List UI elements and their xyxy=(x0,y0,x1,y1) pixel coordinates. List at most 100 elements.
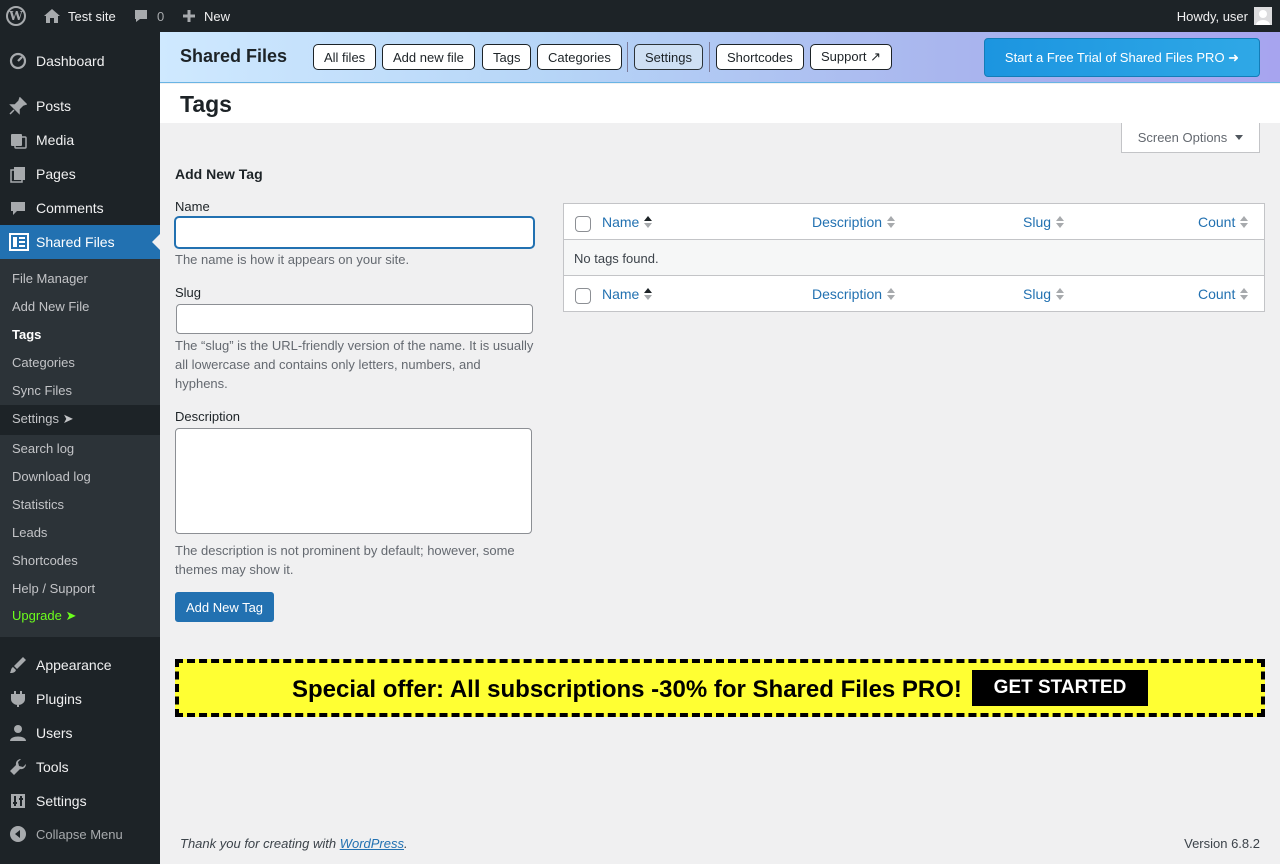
sort-asc-icon xyxy=(644,288,653,300)
menu-shared-files[interactable]: Shared Files xyxy=(0,225,160,259)
nav-categories-button[interactable]: Categories xyxy=(537,44,622,70)
menu-dashboard[interactable]: Dashboard xyxy=(0,44,160,78)
tags-table: Name Description Slug Count No tags foun… xyxy=(563,203,1265,312)
sort-icon xyxy=(1056,288,1065,300)
description-label: Description xyxy=(175,409,241,424)
comment-bubble-icon xyxy=(133,8,149,24)
tag-slug-input[interactable] xyxy=(176,304,533,334)
site-name: Test site xyxy=(68,8,116,24)
column-label: Description xyxy=(812,286,883,302)
menu-users[interactable]: Users xyxy=(0,716,160,750)
media-icon xyxy=(0,131,36,149)
footer-thanks-suffix: . xyxy=(404,836,408,851)
menu-posts[interactable]: Posts xyxy=(0,89,160,123)
get-started-button[interactable]: GET STARTED xyxy=(972,670,1148,706)
tools-icon xyxy=(0,758,36,776)
plus-icon xyxy=(181,8,197,24)
menu-media[interactable]: Media xyxy=(0,123,160,157)
screen-options-button[interactable]: Screen Options xyxy=(1121,123,1260,153)
admin-sidebar: Dashboard Posts Media Pages Comments Sha… xyxy=(0,32,160,864)
column-label: Name xyxy=(602,214,640,230)
column-slug-sort[interactable]: Slug xyxy=(1023,214,1065,230)
comments-link[interactable]: 0 xyxy=(133,0,164,32)
menu-comments[interactable]: Comments xyxy=(0,191,160,225)
submenu-categories[interactable]: Categories xyxy=(12,352,75,372)
shared-files-icon xyxy=(0,233,36,251)
plugins-icon xyxy=(0,690,36,708)
admin-bar: W Test site 0 New Howdy, user xyxy=(0,0,1280,32)
footer-thanks: Thank you for creating with WordPress. xyxy=(180,836,408,851)
pages-icon xyxy=(0,165,36,183)
column-name-sort[interactable]: Name xyxy=(602,214,653,230)
nav-add-new-file-button[interactable]: Add new file xyxy=(382,44,475,70)
column-label: Name xyxy=(602,286,640,302)
avatar xyxy=(1254,7,1272,25)
submenu-add-new-file[interactable]: Add New File xyxy=(12,296,89,316)
menu-label: Appearance xyxy=(36,657,112,673)
tag-name-input[interactable] xyxy=(175,217,534,248)
nav-shortcodes-button[interactable]: Shortcodes xyxy=(716,44,804,70)
menu-label: Dashboard xyxy=(36,53,105,69)
sort-icon xyxy=(1240,216,1249,228)
nav-support-button[interactable]: Support ↗ xyxy=(810,44,893,70)
select-all-checkbox-footer[interactable] xyxy=(575,288,591,304)
submenu-settings[interactable]: Settings ➤ xyxy=(12,409,73,429)
menu-pages[interactable]: Pages xyxy=(0,157,160,191)
menu-tools[interactable]: Tools xyxy=(0,750,160,784)
menu-plugins[interactable]: Plugins xyxy=(0,682,160,716)
name-help-text: The name is how it appears on your site. xyxy=(175,252,410,267)
select-all-checkbox[interactable] xyxy=(575,216,591,232)
dashboard-icon xyxy=(0,52,36,70)
pro-trial-button[interactable]: Start a Free Trial of Shared Files PRO ➜ xyxy=(984,38,1260,77)
slug-help-text: The “slug” is the URL-friendly version o… xyxy=(175,338,534,391)
nav-settings-button[interactable]: Settings xyxy=(634,44,703,70)
column-name-sort-footer[interactable]: Name xyxy=(602,286,653,302)
menu-label: Plugins xyxy=(36,691,82,707)
menu-label: Settings xyxy=(36,793,87,809)
menu-appearance[interactable]: Appearance xyxy=(0,648,160,682)
plugin-header-bar: Shared Files All files Add new file Tags… xyxy=(160,32,1280,83)
screen-options-label: Screen Options xyxy=(1137,130,1228,145)
collapse-label: Collapse Menu xyxy=(36,826,123,842)
menu-label: Tools xyxy=(36,759,69,775)
submenu-shortcodes[interactable]: Shortcodes xyxy=(12,550,78,570)
footer-version: Version 6.8.2 xyxy=(1184,836,1260,851)
submenu-help-support[interactable]: Help / Support xyxy=(12,578,95,598)
site-name-link[interactable]: Test site xyxy=(43,0,116,32)
nav-tags-button[interactable]: Tags xyxy=(482,44,532,70)
submenu-upgrade[interactable]: Upgrade ➤ xyxy=(12,606,76,626)
new-label: New xyxy=(204,8,231,24)
nav-separator xyxy=(709,42,710,72)
column-label: Slug xyxy=(1023,286,1052,302)
column-label: Description xyxy=(812,214,883,230)
submenu-leads[interactable]: Leads xyxy=(12,522,47,542)
submenu-tags[interactable]: Tags xyxy=(12,324,41,344)
no-tags-message: No tags found. xyxy=(574,251,659,266)
add-new-tag-button[interactable]: Add New Tag xyxy=(175,592,274,622)
column-description-sort-footer[interactable]: Description xyxy=(812,286,896,302)
menu-label: Media xyxy=(36,132,75,148)
wordpress-link[interactable]: WordPress xyxy=(340,836,404,851)
column-description-sort[interactable]: Description xyxy=(812,214,896,230)
wordpress-logo-icon[interactable]: W xyxy=(6,0,30,32)
appearance-icon xyxy=(0,656,36,674)
column-slug-sort-footer[interactable]: Slug xyxy=(1023,286,1065,302)
submenu-download-log[interactable]: Download log xyxy=(12,466,91,486)
caret-down-icon xyxy=(1235,135,1244,140)
column-count-sort[interactable]: Count xyxy=(1198,214,1249,230)
tag-description-textarea[interactable] xyxy=(175,428,532,534)
collapse-menu-button[interactable]: Collapse Menu xyxy=(0,817,160,851)
users-icon xyxy=(0,724,36,742)
submenu-file-manager[interactable]: File Manager xyxy=(12,268,88,288)
submenu-statistics[interactable]: Statistics xyxy=(12,494,64,514)
submenu-search-log[interactable]: Search log xyxy=(12,438,74,458)
column-count-sort-footer[interactable]: Count xyxy=(1198,286,1249,302)
submenu-sync-files[interactable]: Sync Files xyxy=(12,380,72,400)
slug-label: Slug xyxy=(175,285,202,300)
new-content-link[interactable]: New xyxy=(181,0,230,32)
my-account-link[interactable]: Howdy, user xyxy=(1177,0,1272,32)
menu-settings[interactable]: Settings xyxy=(0,784,160,818)
nav-all-files-button[interactable]: All files xyxy=(313,44,377,70)
footer-thanks-text: Thank you for creating with xyxy=(180,836,340,851)
nav-separator xyxy=(627,42,628,72)
